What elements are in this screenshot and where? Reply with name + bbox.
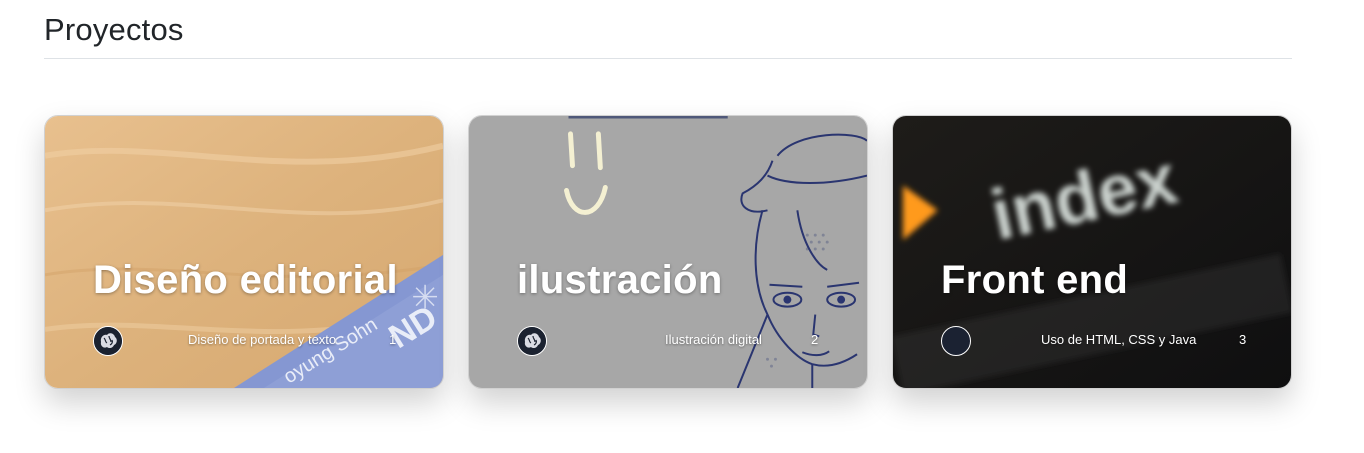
card-footer: Ilustración digital 2 [517, 326, 827, 356]
brain-avatar-icon [517, 326, 547, 356]
card-count: 3 [1239, 332, 1247, 347]
card-title: Diseño editorial [93, 258, 398, 302]
card-count: 2 [811, 332, 819, 347]
card-count: 1 [389, 332, 397, 347]
section-title: Proyectos [44, 12, 184, 47]
project-card-illustration[interactable]: ilustración Ilustración digital 2 [468, 115, 868, 389]
card-title: ilustración [517, 258, 723, 302]
section-divider [44, 58, 1292, 59]
card-footer: Diseño de portada y texto 1 [93, 326, 403, 356]
project-card-editorial[interactable]: oyung Sohn ND Diseño editorial Diseño de… [44, 115, 444, 389]
card-description: Diseño de portada y texto [188, 332, 337, 347]
card-title: Front end [941, 258, 1129, 302]
card-footer: Uso de HTML, CSS y Java 3 [941, 326, 1251, 356]
project-cards: oyung Sohn ND Diseño editorial Diseño de… [44, 115, 1292, 389]
project-card-frontend[interactable]: index Front end Uso de HTML, CSS y Java … [892, 115, 1292, 389]
card-description: Uso de HTML, CSS y Java [1041, 332, 1197, 347]
card-description: Ilustración digital [665, 332, 762, 347]
brain-avatar-icon [93, 326, 123, 356]
empty-avatar-icon [941, 326, 971, 356]
